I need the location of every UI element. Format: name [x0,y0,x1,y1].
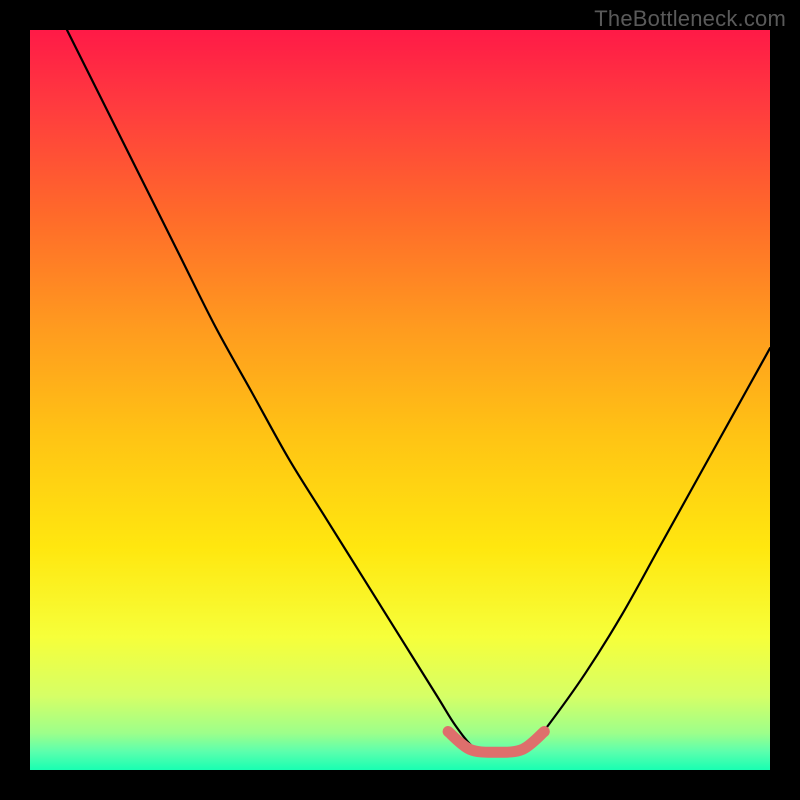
plot-area [30,30,770,770]
gradient-background [30,30,770,770]
chart-frame: TheBottleneck.com [0,0,800,800]
watermark-label: TheBottleneck.com [594,6,786,32]
bottleneck-chart [30,30,770,770]
